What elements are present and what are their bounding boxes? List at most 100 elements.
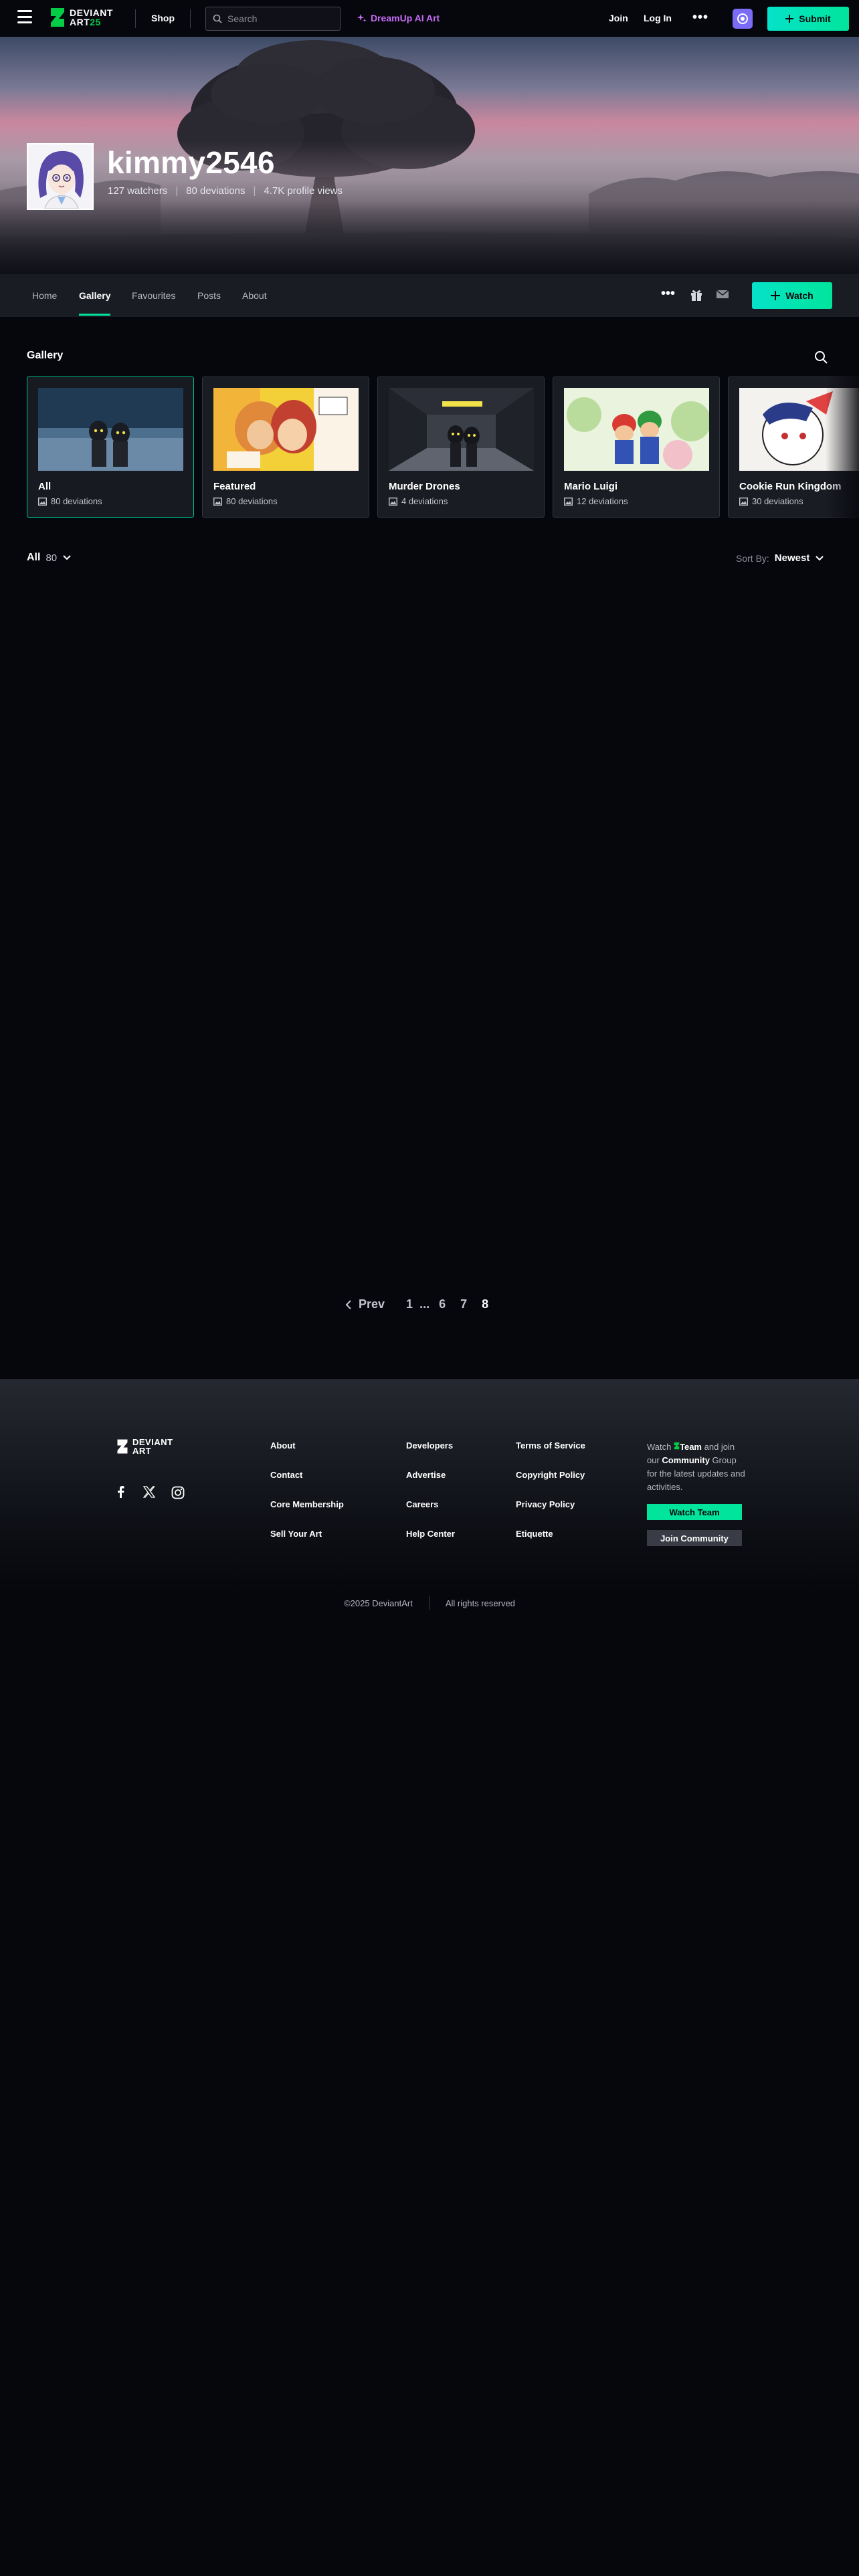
footer-link-terms[interactable]: Terms of Service [516, 1440, 585, 1451]
watch-button[interactable]: Watch [752, 282, 832, 309]
sort-label: Sort By: [736, 552, 769, 564]
folder-count: 12 deviations [564, 496, 628, 506]
image-icon [739, 497, 748, 506]
folder-name: All [38, 481, 52, 492]
logo-wordmark: DEVIANT ART25 [70, 8, 113, 27]
profile-tabs-bar: Home Gallery Favourites Posts About ••• … [0, 274, 859, 317]
chevron-down-icon [63, 555, 71, 560]
footer-logo-line2: ART [132, 1446, 152, 1456]
more-options-icon[interactable]: ••• [692, 10, 708, 25]
sort-dropdown[interactable]: Sort By: Newest [736, 552, 824, 564]
folder-thumbnail [389, 388, 534, 471]
message-icon[interactable] [716, 289, 729, 300]
folder-card-all[interactable]: All 80 deviations [27, 377, 194, 518]
footer-link-developers[interactable]: Developers [406, 1440, 453, 1451]
folder-name: Mario Luigi [564, 481, 617, 492]
deviations-count: 80 deviations [186, 185, 246, 197]
folder-count: 30 deviations [739, 496, 803, 506]
footer-link-advertise[interactable]: Advertise [406, 1470, 446, 1480]
profile-avatar[interactable] [27, 143, 94, 210]
footer-logo[interactable]: DEVIANT ART [116, 1438, 173, 1455]
watch-team-button[interactable]: Watch Team [647, 1504, 742, 1520]
pagination: Prev 1 ... 6 7 8 [345, 1297, 503, 1311]
footer-link-careers[interactable]: Careers [406, 1499, 438, 1509]
dreamup-link[interactable]: DreamUp AI Art [357, 13, 440, 23]
footer-link-contact[interactable]: Contact [270, 1470, 302, 1480]
chevron-down-icon [816, 555, 824, 560]
menu-icon[interactable] [17, 10, 32, 23]
copyright-bar: ©2025 DeviantArt All rights reserved [0, 1596, 859, 1610]
rights-text: All rights reserved [445, 1598, 515, 1608]
top-navigation: DEVIANT ART25 Shop DreamUp AI Art Join L… [0, 0, 859, 37]
sort-value: Newest [774, 552, 810, 564]
page-link-6[interactable]: 6 [439, 1297, 446, 1311]
shop-link[interactable]: Shop [151, 13, 175, 23]
plus-icon [785, 15, 794, 23]
profile-views-count: 4.7K profile views [264, 185, 343, 197]
folder-name: Featured [213, 481, 256, 492]
watchers-count[interactable]: 127 watchers [108, 185, 167, 197]
page-link-1[interactable]: 1 [406, 1297, 413, 1311]
filter-label: All [27, 552, 41, 563]
stats-separator: | [253, 185, 256, 197]
folder-count: 4 deviations [389, 496, 448, 506]
tab-home[interactable]: Home [32, 290, 57, 301]
join-link[interactable]: Join [609, 13, 628, 23]
submit-label: Submit [799, 13, 831, 24]
logo-line2: ART25 [70, 17, 101, 27]
filter-count: 80 [45, 552, 58, 564]
plus-icon [771, 291, 781, 300]
chevron-left-icon [345, 1299, 351, 1309]
login-link[interactable]: Log In [644, 13, 672, 23]
gift-icon[interactable] [690, 288, 703, 302]
folder-card-featured[interactable]: Featured 80 deviations [202, 377, 369, 518]
x-twitter-icon[interactable] [143, 1486, 155, 1498]
folder-card-mario-luigi[interactable]: Mario Luigi 12 deviations [553, 377, 720, 518]
page-ellipsis: ... [419, 1297, 430, 1311]
folder-count: 80 deviations [213, 496, 278, 506]
gallery-title: Gallery [27, 350, 64, 361]
core-membership-icon[interactable] [733, 9, 753, 29]
tab-gallery[interactable]: Gallery [79, 290, 110, 301]
footer-link-etiquette[interactable]: Etiquette [516, 1529, 553, 1539]
prev-page-button[interactable]: Prev [345, 1297, 385, 1311]
footer: DEVIANT ART About Contact Core Membershi… [0, 1379, 859, 1593]
join-community-button[interactable]: Join Community [647, 1530, 742, 1546]
page-link-7[interactable]: 7 [460, 1297, 467, 1311]
watch-label: Watch [785, 290, 814, 301]
search-icon [213, 14, 222, 23]
footer-link-copyright-policy[interactable]: Copyright Policy [516, 1470, 585, 1480]
gallery-search-icon[interactable] [814, 350, 828, 364]
footer-link-sell-your-art[interactable]: Sell Your Art [270, 1529, 322, 1539]
stats-separator: | [175, 185, 179, 197]
avatar-image [28, 144, 92, 209]
profile-stats: 127 watchers | 80 deviations | 4.7K prof… [108, 185, 343, 197]
dreamup-label: DreamUp AI Art [371, 13, 440, 23]
submit-button[interactable]: Submit [767, 7, 849, 31]
folder-thumbnail [213, 388, 359, 471]
more-options-icon[interactable]: ••• [661, 286, 675, 302]
instagram-icon[interactable] [171, 1486, 185, 1499]
folder-name: Murder Drones [389, 481, 460, 492]
image-icon [213, 497, 222, 506]
folder-card-murder-drones[interactable]: Murder Drones 4 deviations [377, 377, 545, 518]
image-icon [389, 497, 397, 506]
footer-link-about[interactable]: About [270, 1440, 296, 1451]
footer-link-core-membership[interactable]: Core Membership [270, 1499, 344, 1509]
folder-filter-dropdown[interactable]: All 80 [27, 552, 72, 564]
search-field[interactable] [205, 7, 341, 31]
tab-favourites[interactable]: Favourites [132, 290, 175, 301]
image-icon [564, 497, 573, 506]
active-tab-indicator [79, 314, 110, 316]
footer-link-help-center[interactable]: Help Center [406, 1529, 455, 1539]
deviantart-logo[interactable]: DEVIANT ART25 [50, 7, 113, 28]
deviantart-small-icon [674, 1442, 680, 1450]
prev-label: Prev [359, 1297, 385, 1311]
tab-about[interactable]: About [242, 290, 267, 301]
folder-thumbnail [564, 388, 709, 471]
search-input[interactable] [227, 13, 335, 24]
facebook-icon[interactable] [115, 1486, 126, 1498]
community-blurb: Watch Team and join our Community Group … [647, 1442, 745, 1492]
footer-link-privacy-policy[interactable]: Privacy Policy [516, 1499, 575, 1509]
tab-posts[interactable]: Posts [197, 290, 221, 301]
